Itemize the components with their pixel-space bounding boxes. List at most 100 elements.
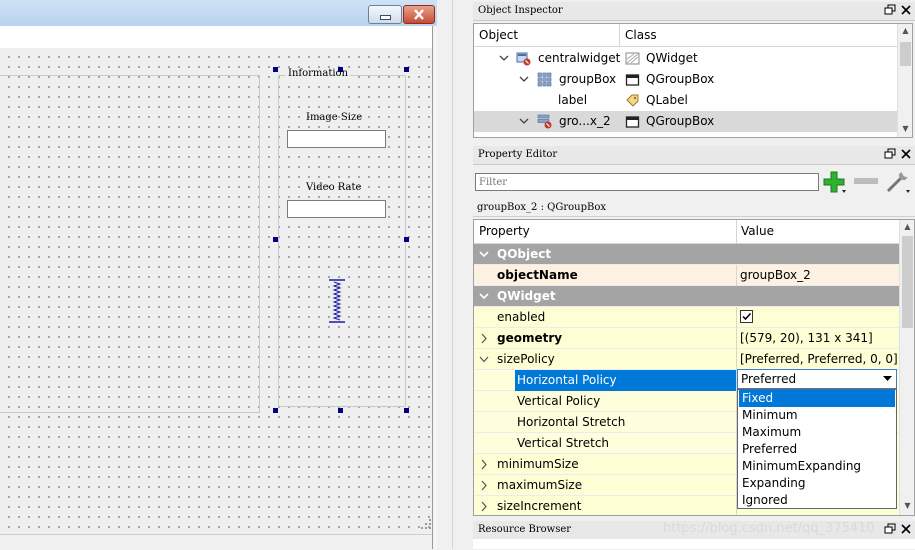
tree-class-name: QGroupBox <box>646 114 715 128</box>
property-row-geometry[interactable]: geometry [(579, 20), 131 x 341] <box>474 328 899 349</box>
selection-handle[interactable] <box>273 237 278 242</box>
property-value[interactable]: [(579, 20), 131 x 341] <box>740 331 873 345</box>
collapse-arrow-icon[interactable] <box>479 354 489 365</box>
size-grip-icon[interactable] <box>420 518 432 530</box>
scrollbar-thumb[interactable] <box>900 42 911 66</box>
scroll-down-icon[interactable]: ▼ <box>900 124 911 136</box>
qlabel-icon <box>626 94 639 107</box>
expand-arrow-icon[interactable] <box>499 52 509 64</box>
option-maximum[interactable]: Maximum <box>739 424 895 441</box>
property-name: Vertical Policy <box>517 394 601 408</box>
expand-arrow-icon[interactable] <box>479 501 489 512</box>
dropdown-arrow-icon[interactable] <box>883 376 892 382</box>
option-fixed[interactable]: Fixed <box>739 390 895 407</box>
collapse-arrow-icon[interactable] <box>479 248 489 260</box>
property-name: enabled <box>497 310 546 324</box>
minimize-button[interactable] <box>368 5 402 24</box>
property-name: objectName <box>497 268 578 282</box>
property-value[interactable]: [Preferred, Preferred, 0, 0] <box>740 352 898 366</box>
expand-arrow-icon[interactable] <box>479 333 489 344</box>
option-minimumexpanding[interactable]: MinimumExpanding <box>739 458 895 475</box>
collapse-arrow-icon[interactable] <box>479 290 489 302</box>
property-filter-input[interactable] <box>475 173 819 191</box>
qwidget-icon <box>625 52 640 65</box>
property-value[interactable]: groupBox_2 <box>740 268 811 282</box>
property-row-enabled[interactable]: enabled <box>474 307 899 328</box>
float-icon[interactable] <box>883 147 897 161</box>
expand-arrow-icon[interactable] <box>479 480 489 491</box>
vertical-spacer-icon[interactable] <box>328 279 346 323</box>
option-preferred[interactable]: Preferred <box>739 441 895 458</box>
tree-object-name: label <box>558 93 588 107</box>
scroll-up-icon[interactable]: ▲ <box>902 222 913 234</box>
tree-object-name: gro...x_2 <box>559 114 611 128</box>
tree-row-centralwidget[interactable]: centralwidget QWidget <box>474 48 897 69</box>
video-rate-field[interactable] <box>287 200 386 218</box>
close-button[interactable] <box>403 5 435 24</box>
close-icon[interactable] <box>899 522 913 536</box>
property-editor-scrollbar[interactable]: ▲ ▼ <box>899 220 914 515</box>
property-row-sizepolicy[interactable]: sizePolicy [Preferred, Preferred, 0, 0] <box>474 349 899 370</box>
close-icon[interactable] <box>899 147 913 161</box>
property-name: maximumSize <box>497 478 583 492</box>
selection-handle[interactable] <box>273 67 278 72</box>
selection-handle[interactable] <box>404 67 409 72</box>
object-inspector-tree[interactable]: Object Class centralwidget QWidget group… <box>473 23 913 138</box>
selection-handle[interactable] <box>273 408 278 413</box>
combobox-current-value: Preferred <box>741 372 797 386</box>
tree-class-name: QGroupBox <box>646 72 715 86</box>
enabled-checkbox[interactable] <box>740 310 753 323</box>
property-row-objectname[interactable]: objectName groupBox_2 <box>474 265 899 286</box>
tree-row-groupbox[interactable]: groupBox QGroupBox <box>474 69 897 90</box>
float-icon[interactable] <box>883 522 897 536</box>
selection-handle[interactable] <box>404 408 409 413</box>
expand-arrow-icon[interactable] <box>519 73 529 85</box>
tree-class-name: QLabel <box>646 93 688 107</box>
configure-wrench-icon[interactable] <box>884 170 912 194</box>
add-dynamic-property-button[interactable] <box>822 170 848 194</box>
column-header-object[interactable]: Object <box>479 28 518 42</box>
form-title-bar <box>0 0 437 27</box>
column-header-class[interactable]: Class <box>625 28 657 42</box>
property-group-qwidget[interactable]: QWidget <box>474 286 899 307</box>
form-status-strip <box>0 534 432 550</box>
float-icon[interactable] <box>883 3 897 17</box>
column-header-property[interactable]: Property <box>479 224 530 238</box>
groupbox-left[interactable] <box>0 75 260 413</box>
object-inspector-title-bar: Object Inspector <box>473 2 915 21</box>
scroll-up-icon[interactable]: ▲ <box>900 26 911 38</box>
vbox-layout-icon <box>537 114 552 129</box>
tree-row-groupbox-2[interactable]: gro...x_2 QGroupBox <box>474 111 897 132</box>
option-minimum[interactable]: Minimum <box>739 407 895 424</box>
property-name: Vertical Stretch <box>517 436 610 450</box>
dock-splitter[interactable] <box>437 0 471 549</box>
close-icon[interactable] <box>899 3 913 17</box>
column-header-value[interactable]: Value <box>741 224 774 238</box>
selected-property-cell[interactable]: Horizontal Policy <box>515 370 736 391</box>
expand-arrow-icon[interactable] <box>519 115 529 127</box>
selection-handle[interactable] <box>338 408 343 413</box>
image-size-field[interactable] <box>287 130 386 148</box>
combobox-dropdown-list[interactable]: Fixed Minimum Maximum Preferred MinimumE… <box>737 389 897 509</box>
tree-object-name: groupBox <box>559 72 617 86</box>
property-group-qobject[interactable]: QObject <box>474 244 899 265</box>
scroll-down-icon[interactable]: ▼ <box>902 501 913 513</box>
property-name: geometry <box>497 331 563 345</box>
groupbox-information[interactable] <box>278 75 406 407</box>
expand-arrow-icon[interactable] <box>479 459 489 470</box>
remove-property-button[interactable] <box>854 178 878 184</box>
selection-handle[interactable] <box>338 67 343 72</box>
option-expanding[interactable]: Expanding <box>739 475 895 492</box>
selection-handle[interactable] <box>404 237 409 242</box>
option-ignored[interactable]: Ignored <box>739 492 895 509</box>
scrollbar-thumb[interactable] <box>902 236 913 328</box>
horizontal-policy-combobox[interactable]: Preferred <box>737 369 897 389</box>
tree-object-name: centralwidget <box>538 51 621 65</box>
property-name: Horizontal Policy <box>517 373 617 387</box>
widget-icon <box>516 52 531 66</box>
close-icon <box>414 9 424 20</box>
property-editor-title-bar: Property Editor <box>473 146 915 165</box>
object-inspector-scrollbar[interactable]: ▲ ▼ <box>897 24 912 137</box>
tree-row-label[interactable]: label QLabel <box>474 90 897 111</box>
property-editor-title: Property Editor <box>478 149 558 160</box>
